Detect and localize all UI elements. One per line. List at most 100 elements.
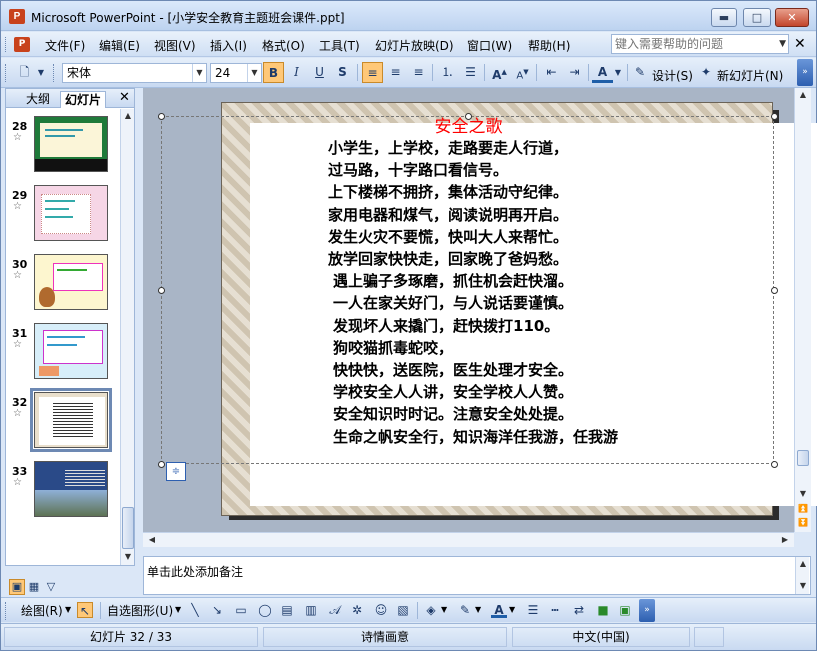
chevron-down-icon[interactable]: ▼ <box>475 605 481 614</box>
slide-thumbnail-row[interactable]: 29 ☆ <box>6 185 120 247</box>
scroll-down-icon[interactable]: ▼ <box>796 487 810 501</box>
wordart-icon[interactable]: 𝒜 <box>327 602 343 618</box>
menu-edit[interactable]: 编辑(E) <box>99 37 140 54</box>
design-icon[interactable]: ✎ <box>632 62 648 83</box>
line-icon[interactable]: ╲ <box>187 602 203 618</box>
font-name-combo[interactable]: 宋体 ▼ <box>62 63 207 83</box>
slide-thumbnail-30[interactable] <box>34 254 108 310</box>
close-pane-icon[interactable]: ✕ <box>119 90 130 105</box>
help-search-box[interactable]: ▼ <box>611 34 789 54</box>
chevron-down-icon[interactable]: ▼ <box>247 64 261 82</box>
normal-view-button[interactable]: ▣ <box>9 579 25 595</box>
status-design[interactable]: 诗情画意 <box>263 627 507 647</box>
scrollbar-thumb[interactable] <box>797 450 809 466</box>
next-slide-icon[interactable]: ⏬ <box>796 516 810 530</box>
scroll-down-icon[interactable]: ▼ <box>121 550 135 564</box>
maximize-button[interactable]: □ <box>743 8 771 27</box>
chevron-down-icon[interactable]: ▼ <box>65 605 71 614</box>
shadow-button[interactable]: S <box>332 62 353 83</box>
scroll-left-icon[interactable]: ◀ <box>145 533 159 547</box>
clipart-icon[interactable]: ☺ <box>373 602 389 618</box>
notes-scrollbar[interactable]: ▲ ▼ <box>795 557 809 594</box>
help-search-input[interactable] <box>612 35 772 53</box>
rectangle-icon[interactable]: ▭ <box>233 602 249 618</box>
decrease-indent-icon[interactable]: ⇤ <box>541 62 562 83</box>
font-color-icon[interactable]: A <box>491 602 507 618</box>
textbox-icon[interactable]: ▤ <box>279 602 295 618</box>
chevron-down-icon[interactable]: ▼ <box>441 605 447 614</box>
slide-thumbnail-29[interactable] <box>34 185 108 241</box>
line-color-icon[interactable]: ✎ <box>457 602 473 618</box>
decrease-font-size-icon[interactable]: A▼ <box>512 62 533 83</box>
menu-format[interactable]: 格式(O) <box>262 37 305 54</box>
slide-thumbnail-row[interactable]: 33 ☆ <box>6 461 120 523</box>
slide-thumbnail-row[interactable]: 32 ☆ <box>6 388 120 454</box>
chevron-down-icon[interactable]: ▼ <box>35 62 47 83</box>
slide-thumbnail-28[interactable] <box>34 116 108 172</box>
fill-color-icon[interactable]: ◈ <box>423 602 439 618</box>
arrow-style-icon[interactable]: ⇄ <box>571 602 587 618</box>
autoshapes-menu-button[interactable]: 自选图形(U) <box>107 602 173 619</box>
new-slide-icon[interactable]: ✦ <box>698 62 714 83</box>
bold-button[interactable]: B <box>263 62 284 83</box>
menu-help[interactable]: 帮助(H) <box>528 37 570 54</box>
draw-menu-button[interactable]: 绘图(R) <box>21 602 63 619</box>
new-slide-button[interactable]: 新幻灯片(N) <box>717 67 783 84</box>
slides-pane-scrollbar[interactable]: ▲ ▼ <box>120 109 134 565</box>
chevron-down-icon[interactable]: ▼ <box>613 62 623 83</box>
minimize-button[interactable]: ▬ <box>711 8 737 27</box>
resize-handle[interactable] <box>158 287 165 294</box>
select-objects-icon[interactable]: ↖ <box>77 602 93 618</box>
italic-button[interactable]: I <box>286 62 307 83</box>
menu-grip[interactable] <box>5 37 8 52</box>
menu-insert[interactable]: 插入(I) <box>210 37 247 54</box>
numbered-list-icon[interactable]: ⒈ <box>437 62 458 83</box>
shadow-style-icon[interactable]: ■ <box>595 602 611 618</box>
tab-slides[interactable]: 幻灯片 <box>60 91 107 108</box>
slide-horizontal-scrollbar[interactable]: ◀ ▶ <box>143 532 794 547</box>
dash-style-icon[interactable]: ┅ <box>547 602 563 618</box>
3d-style-icon[interactable]: ▣ <box>617 602 633 618</box>
toolbar-grip[interactable] <box>5 64 8 82</box>
close-button[interactable]: ✕ <box>775 8 809 27</box>
tab-outline[interactable]: 大纲 <box>22 91 54 108</box>
vertical-textbox-icon[interactable]: ▥ <box>303 602 319 618</box>
chevron-down-icon[interactable]: ▼ <box>509 605 515 614</box>
scrollbar-thumb[interactable] <box>122 507 134 549</box>
slide-editing-area[interactable]: 安全之歌 小学生，上学校，走路要走人行道， 过马路，十字路口看信号。 上下楼梯不… <box>143 88 817 532</box>
scroll-up-icon[interactable]: ▲ <box>121 109 135 123</box>
slide-thumbnail-row[interactable]: 31 ☆ <box>6 323 120 385</box>
slide-vertical-scrollbar[interactable]: ▲ ▼ ⏫ ⏬ <box>794 88 811 532</box>
resize-handle[interactable] <box>771 461 778 468</box>
menu-view[interactable]: 视图(V) <box>154 37 196 54</box>
align-center-icon[interactable]: ≡ <box>385 62 406 83</box>
resize-handle[interactable] <box>771 287 778 294</box>
previous-slide-icon[interactable]: ⏫ <box>796 502 810 516</box>
chevron-down-icon[interactable]: ▼ <box>779 39 786 49</box>
resize-handle[interactable] <box>158 461 165 468</box>
notes-placeholder[interactable]: 单击此处添加备注 <box>147 563 243 580</box>
slide-sorter-view-button[interactable]: ▦ <box>26 580 42 596</box>
menu-slideshow[interactable]: 幻灯片放映(D) <box>375 37 454 54</box>
font-size-combo[interactable]: 24 ▼ <box>210 63 262 83</box>
toolbar-grip[interactable] <box>53 64 56 82</box>
powerpoint-icon[interactable]: P <box>9 9 25 24</box>
slideshow-view-button[interactable]: ▽ <box>43 580 59 596</box>
toolbar-options-button[interactable]: » <box>797 59 813 86</box>
line-style-icon[interactable]: ☰ <box>525 602 541 618</box>
toolbar-options-button[interactable]: » <box>639 599 655 622</box>
close-document-icon[interactable]: ✕ <box>794 36 806 52</box>
toolbar-grip[interactable] <box>5 602 8 620</box>
arrow-icon[interactable]: ↘ <box>209 602 225 618</box>
slide-thumbnail-31[interactable] <box>34 323 108 379</box>
design-button[interactable]: 设计(S) <box>652 67 693 84</box>
scroll-up-icon[interactable]: ▲ <box>796 557 810 571</box>
scroll-right-icon[interactable]: ▶ <box>778 533 792 547</box>
picture-icon[interactable]: ▧ <box>395 602 411 618</box>
notes-pane[interactable]: 单击此处添加备注 ▲ ▼ <box>143 556 811 595</box>
slide-thumbnail-row[interactable]: 28 ☆ <box>6 116 120 178</box>
diagram-icon[interactable]: ✲ <box>349 602 365 618</box>
slide-body-text[interactable]: 小学生，上学校，走路要走人行道， 过马路，十字路口看信号。 上下楼梯不拥挤，集体… <box>328 137 618 448</box>
chevron-down-icon[interactable]: ▼ <box>175 605 181 614</box>
increase-font-size-icon[interactable]: A▲ <box>489 62 510 83</box>
